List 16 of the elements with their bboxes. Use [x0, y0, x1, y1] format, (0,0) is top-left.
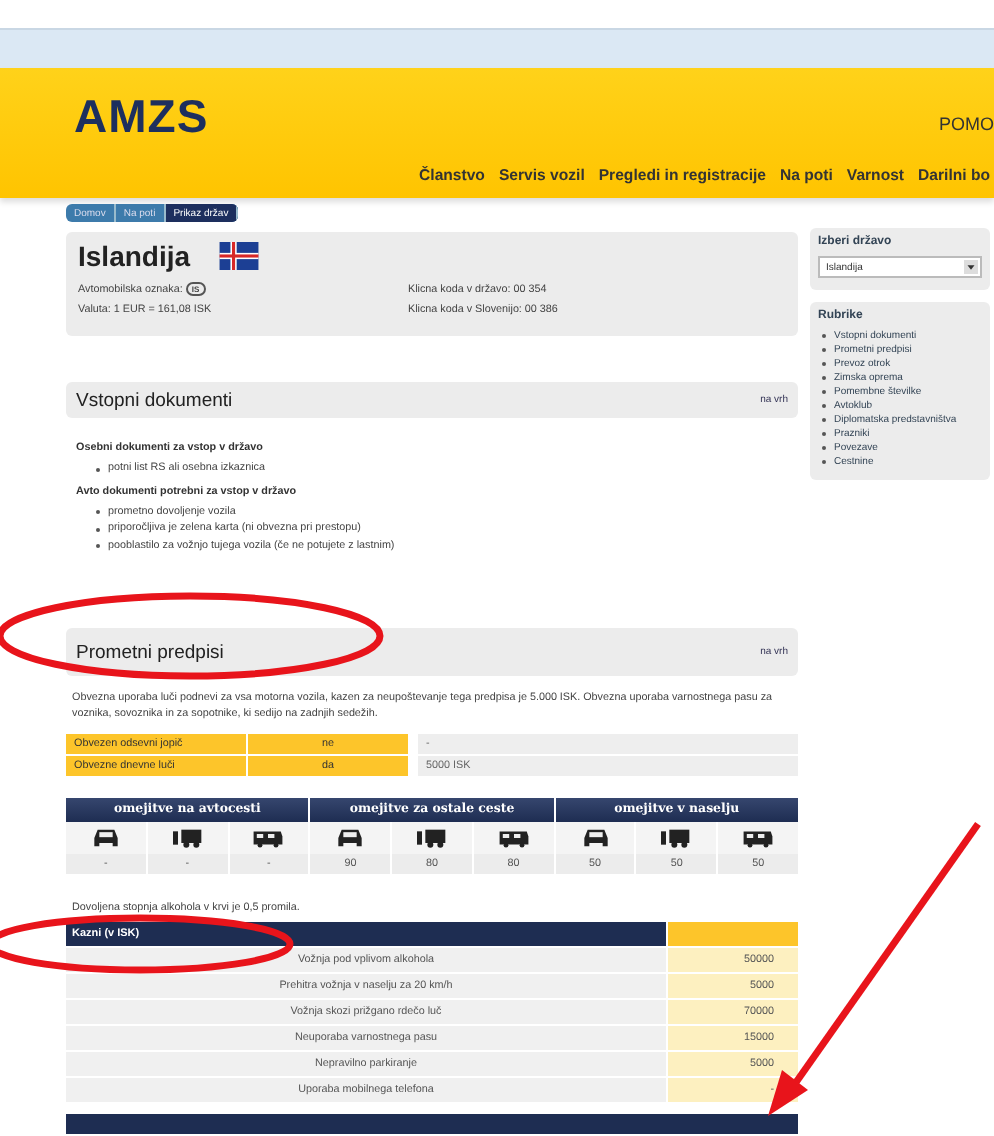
car-icon [579, 828, 612, 849]
table-header-cell [668, 921, 798, 946]
car-icon [334, 828, 367, 849]
camper-icon [742, 828, 775, 849]
truck-icon [171, 828, 204, 849]
section-title: Prometni predpisi [76, 641, 224, 663]
help-link[interactable]: POMO [938, 86, 994, 134]
truck-icon [660, 828, 693, 849]
camper-icon [252, 828, 285, 849]
truck-icon [415, 828, 448, 849]
dropdown-icon [964, 260, 978, 274]
logo[interactable]: AMZS [74, 77, 209, 143]
section-title: Vstopni dokumenti [76, 389, 233, 411]
camper-icon [497, 828, 530, 849]
country-name: Islandija [78, 240, 191, 272]
car-icon [89, 828, 122, 849]
